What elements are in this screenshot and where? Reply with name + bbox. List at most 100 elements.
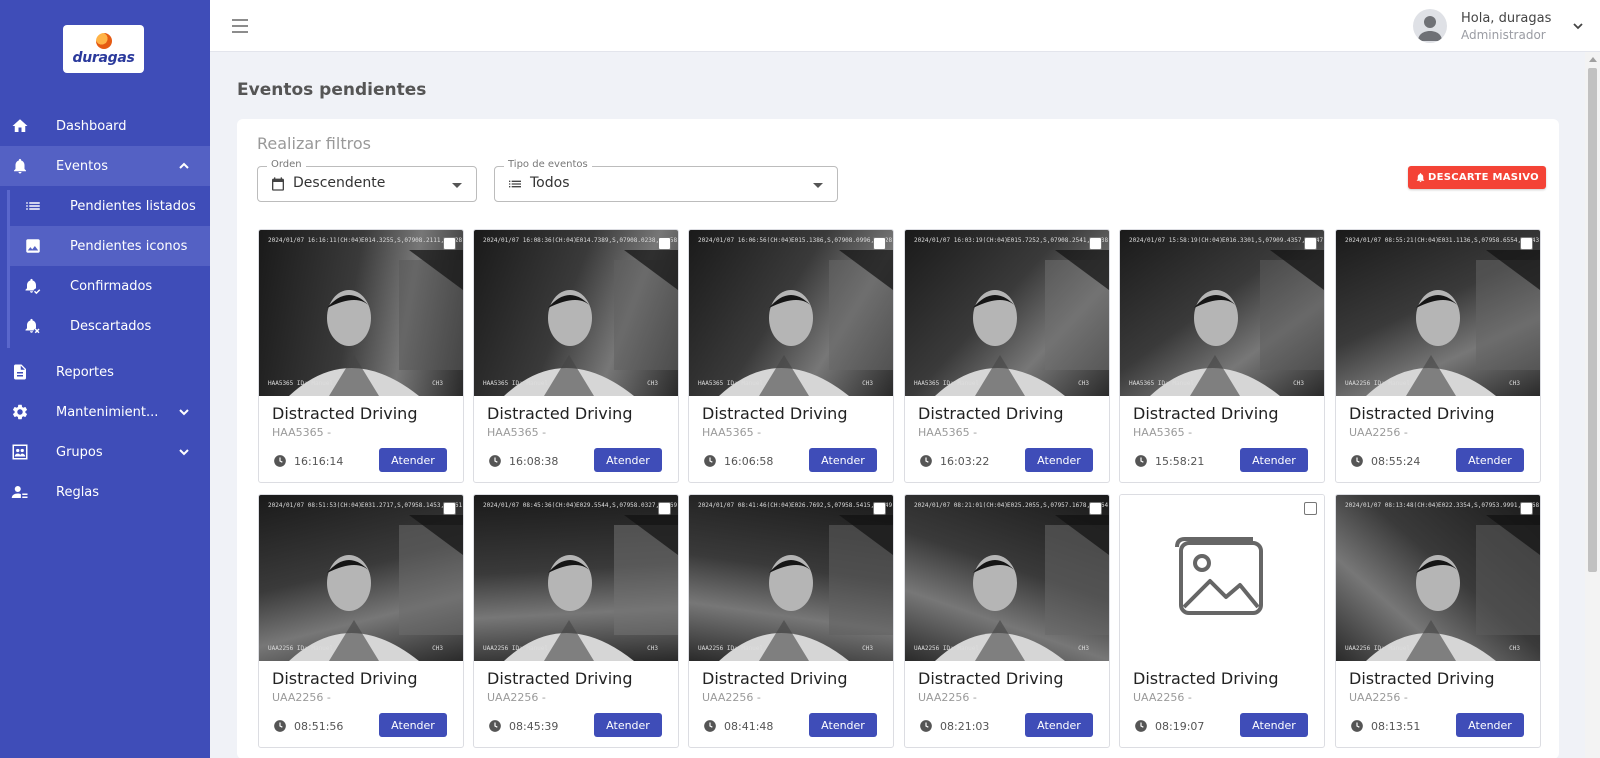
sidebar-item-label: Dashboard (56, 118, 127, 134)
atender-button[interactable]: Atender (809, 448, 877, 472)
chevron-down-icon (179, 409, 189, 416)
sidebar-item-reportes[interactable]: Reportes (0, 352, 210, 392)
event-title: Distracted Driving (918, 669, 1064, 688)
event-snapshot[interactable]: 2024/01/07 15:58:19(CH:04) E016.3301,S,0… (1120, 230, 1324, 396)
clock-icon (274, 720, 286, 732)
sidebar-item-pendientes-listados[interactable]: Pendientes listados (0, 186, 210, 226)
driver-photo-icon (935, 250, 1109, 396)
select-checkbox[interactable] (873, 502, 886, 515)
select-checkbox[interactable] (1089, 237, 1102, 250)
atender-button[interactable]: Atender (594, 448, 662, 472)
snapshot-camera-id: UAA2256 ID: Manuel (914, 645, 980, 652)
event-snapshot[interactable]: 2024/01/07 08:41:46(CH:04) E026.7692,S,0… (689, 495, 893, 661)
event-card[interactable]: 2024/01/07 08:45:36(CH:04) E029.5544,S,0… (473, 494, 679, 748)
event-plate: UAA2256 - (272, 691, 331, 704)
logo-mark-icon (95, 32, 112, 49)
sidebar-item-pendientes-iconos[interactable]: Pendientes iconos (10, 226, 210, 266)
driver-photo-icon (289, 250, 463, 396)
snapshot-camera-id: UAA2256 ID: Manuel (698, 645, 764, 652)
event-card[interactable]: 2024/01/07 08:51:53(CH:04) E031.2717,S,0… (258, 494, 464, 748)
event-snapshot[interactable]: 2024/01/07 08:13:48(CH:04) E022.3354,S,0… (1336, 495, 1540, 661)
select-checkbox[interactable] (1304, 502, 1317, 515)
atender-button[interactable]: Atender (1456, 713, 1524, 737)
event-title: Distracted Driving (1133, 669, 1279, 688)
event-snapshot[interactable]: 2024/01/07 08:55:21(CH:04) E031.1136,S,0… (1336, 230, 1540, 396)
atender-button[interactable]: Atender (1240, 713, 1308, 737)
sidebar-item-label: Mantenimient... (56, 404, 159, 420)
event-snapshot[interactable]: 2024/01/07 16:03:19(CH:04) E015.7252,S,0… (905, 230, 1109, 396)
scroll-up-arrow-icon[interactable] (1589, 57, 1597, 62)
atender-button[interactable]: Atender (379, 713, 447, 737)
orden-value: Descendente (293, 175, 386, 191)
event-snapshot-placeholder[interactable] (1120, 495, 1324, 661)
event-card[interactable]: 2024/01/07 16:16:11(CH:04) E014.3255,S,0… (258, 229, 464, 483)
atender-button[interactable]: Atender (1240, 448, 1308, 472)
tipo-label: Tipo de eventos (504, 159, 592, 170)
select-checkbox[interactable] (443, 237, 456, 250)
sidebar-item-grupos[interactable]: Grupos (0, 432, 210, 472)
avatar[interactable] (1413, 9, 1447, 43)
chevron-down-icon[interactable] (1572, 20, 1584, 32)
select-checkbox[interactable] (1520, 502, 1533, 515)
atender-button[interactable]: Atender (1025, 713, 1093, 737)
event-card[interactable]: 2024/01/07 08:55:21(CH:04) E031.1136,S,0… (1335, 229, 1541, 483)
event-card[interactable]: 2024/01/07 08:13:48(CH:04) E022.3354,S,0… (1335, 494, 1541, 748)
event-card[interactable]: 2024/01/07 16:03:19(CH:04) E015.7252,S,0… (904, 229, 1110, 483)
scrollbar-thumb[interactable] (1588, 68, 1597, 572)
orden-select[interactable]: Orden Descendente (257, 159, 477, 202)
snapshot-timestamp: 2024/01/07 16:06:56(CH:04) (698, 237, 792, 244)
event-card[interactable]: 2024/01/07 08:41:46(CH:04) E026.7692,S,0… (688, 494, 894, 748)
filters-title: Realizar filtros (257, 134, 371, 153)
event-time: 16:06:58 (724, 455, 774, 468)
snapshot-channel: CH3 (1509, 645, 1520, 652)
sidebar-item-reglas[interactable]: Reglas (0, 472, 210, 512)
descarte-masivo-label: DESCARTE MASIVO (1428, 172, 1539, 183)
atender-button[interactable]: Atender (1025, 448, 1093, 472)
tipo-value: Todos (530, 175, 570, 191)
driver-photo-icon (1366, 515, 1540, 661)
select-checkbox[interactable] (873, 237, 886, 250)
event-snapshot[interactable]: 2024/01/07 16:16:11(CH:04) E014.3255,S,0… (259, 230, 463, 396)
chevron-down-icon (179, 449, 189, 456)
sidebar-item-confirmados[interactable]: Confirmados (0, 266, 210, 306)
sidebar-item-eventos[interactable]: Eventos (0, 146, 210, 186)
sidebar-item-label: Reportes (56, 364, 114, 380)
snapshot-camera-id: UAA2256 ID: Manuel (1345, 645, 1411, 652)
event-card[interactable]: 2024/01/07 08:21:01(CH:04) E025.2055,S,0… (904, 494, 1110, 748)
atender-button[interactable]: Atender (1456, 448, 1524, 472)
select-checkbox[interactable] (1520, 237, 1533, 250)
group-icon (12, 444, 28, 460)
select-checkbox[interactable] (658, 237, 671, 250)
select-checkbox[interactable] (1304, 237, 1317, 250)
select-checkbox[interactable] (658, 502, 671, 515)
orden-label: Orden (267, 159, 306, 170)
sidebar-nav: Dashboard Eventos Pendientes listados Pe… (0, 106, 210, 512)
event-snapshot[interactable]: 2024/01/07 08:51:53(CH:04) E031.2717,S,0… (259, 495, 463, 661)
event-snapshot[interactable]: 2024/01/07 08:45:36(CH:04) E029.5544,S,0… (474, 495, 678, 661)
sidebar-item-mantenimiento[interactable]: Mantenimient... (0, 392, 210, 432)
driver-photo-icon (1150, 250, 1324, 396)
atender-button[interactable]: Atender (809, 713, 877, 737)
event-card[interactable]: Distracted Driving UAA2256 - 08:19:07 At… (1119, 494, 1325, 748)
descarte-masivo-button[interactable]: DESCARTE MASIVO (1408, 166, 1546, 189)
atender-button[interactable]: Atender (594, 713, 662, 737)
select-checkbox[interactable] (443, 502, 456, 515)
brand-logo[interactable]: duragas (63, 25, 144, 73)
tipo-eventos-select[interactable]: Tipo de eventos Todos (494, 159, 838, 202)
event-snapshot[interactable]: 2024/01/07 08:21:01(CH:04) E025.2055,S,0… (905, 495, 1109, 661)
event-snapshot[interactable]: 2024/01/07 16:08:36(CH:04) E014.7389,S,0… (474, 230, 678, 396)
menu-icon[interactable] (232, 19, 248, 33)
sidebar-item-descartados[interactable]: Descartados (0, 306, 210, 346)
event-card[interactable]: 2024/01/07 16:06:56(CH:04) E015.1386,S,0… (688, 229, 894, 483)
select-checkbox[interactable] (1089, 502, 1102, 515)
atender-button[interactable]: Atender (379, 448, 447, 472)
event-snapshot[interactable]: 2024/01/07 16:06:56(CH:04) E015.1386,S,0… (689, 230, 893, 396)
event-title: Distracted Driving (487, 404, 633, 423)
snapshot-channel: CH3 (1078, 645, 1089, 652)
sidebar-item-dashboard[interactable]: Dashboard (0, 106, 210, 146)
snapshot-channel: CH3 (862, 380, 873, 387)
sidebar-item-label: Confirmados (70, 278, 153, 294)
event-card[interactable]: 2024/01/07 15:58:19(CH:04) E016.3301,S,0… (1119, 229, 1325, 483)
event-card[interactable]: 2024/01/07 16:08:36(CH:04) E014.7389,S,0… (473, 229, 679, 483)
snapshot-timestamp: 2024/01/07 08:55:21(CH:04) (1345, 237, 1439, 244)
